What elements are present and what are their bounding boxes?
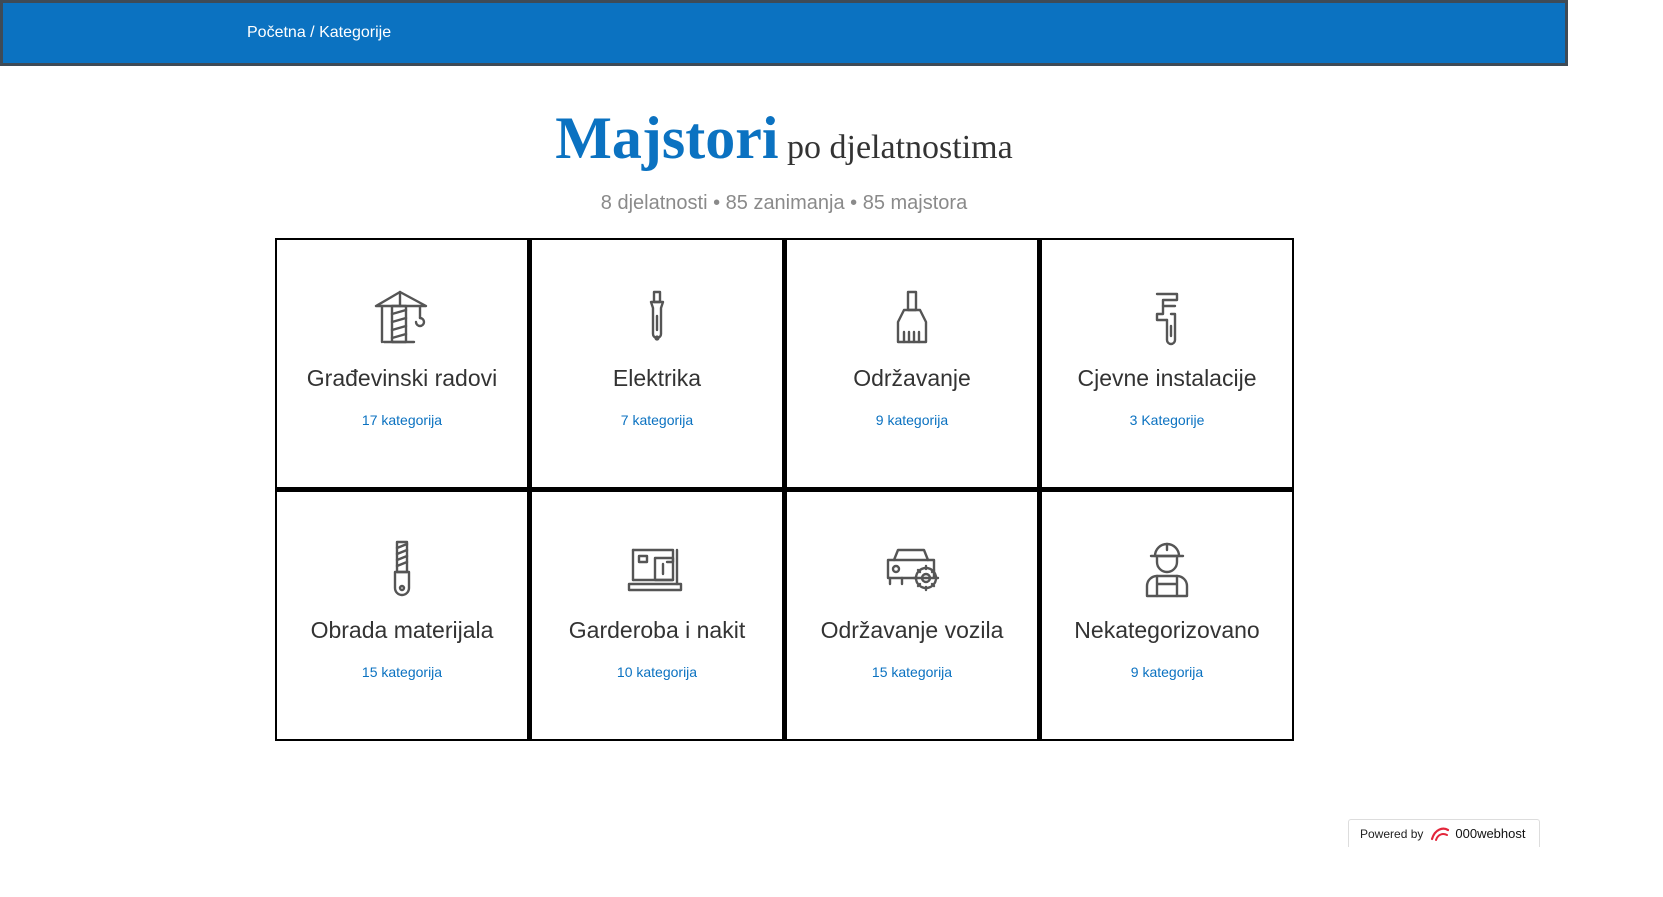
category-title: Cjevne instalacije xyxy=(1077,365,1257,391)
category-count-link[interactable]: 9 kategorija xyxy=(1042,663,1292,681)
breadcrumb-separator: / xyxy=(310,24,315,41)
category-title: Nekategorizovano xyxy=(1074,617,1260,643)
category-card-vozila[interactable]: Održavanje vozila 15 kategorija xyxy=(787,492,1037,739)
category-card-obrada[interactable]: Obrada materijala 15 kategorija xyxy=(277,492,527,739)
webhost-logo-icon xyxy=(1431,827,1450,841)
category-card-elektrika[interactable]: Elektrika 7 kategorija xyxy=(532,240,782,487)
category-count-link[interactable]: 15 kategorija xyxy=(787,663,1037,681)
category-count-link[interactable]: 7 kategorija xyxy=(532,411,782,429)
category-card-garderoba[interactable]: Garderoba i nakit 10 kategorija xyxy=(532,492,782,739)
category-count-link[interactable]: 17 kategorija xyxy=(277,411,527,429)
category-title: Održavanje vozila xyxy=(820,617,1004,643)
powered-by-label: Powered by xyxy=(1360,826,1424,841)
crane-icon xyxy=(370,286,434,350)
breadcrumb-home-link[interactable]: Početna xyxy=(247,24,306,41)
category-count-link[interactable]: 3 Kategorije xyxy=(1042,411,1292,429)
category-title: Garderoba i nakit xyxy=(568,617,746,643)
file-tool-icon xyxy=(370,538,434,602)
category-card-nekategorizovano[interactable]: Nekategorizovano 9 kategorija xyxy=(1042,492,1292,739)
powered-by-brand: 000webhost xyxy=(1455,826,1526,841)
page-title-rest: po djelatnostima xyxy=(787,129,1013,166)
category-card-cjevne[interactable]: Cjevne instalacije 3 Kategorije xyxy=(1042,240,1292,487)
page-title: Majstori po djelatnostima xyxy=(0,104,1568,173)
brush-icon xyxy=(880,286,944,350)
category-card-gradjevinski[interactable]: Građevinski radovi 17 kategorija xyxy=(277,240,527,487)
category-title: Održavanje xyxy=(853,365,971,391)
top-navbar: Početna / Kategorije xyxy=(0,0,1568,66)
category-title: Obrada materijala xyxy=(310,617,494,643)
powered-by-badge[interactable]: Powered by 000webhost xyxy=(1348,819,1540,847)
sewing-machine-icon xyxy=(625,538,689,602)
category-card-odrzavanje[interactable]: Održavanje 9 kategorija xyxy=(787,240,1037,487)
category-title: Elektrika xyxy=(612,365,702,391)
car-gear-icon xyxy=(880,538,944,602)
category-count-link[interactable]: 15 kategorija xyxy=(277,663,527,681)
category-title: Građevinski radovi xyxy=(306,365,498,391)
category-grid: Građevinski radovi 17 kategorija Elektri… xyxy=(275,238,1294,741)
category-count-link[interactable]: 9 kategorija xyxy=(787,411,1037,429)
breadcrumb-current: Kategorije xyxy=(319,24,392,41)
pipe-wrench-icon xyxy=(1135,286,1199,350)
page-title-main: Majstori xyxy=(555,105,779,171)
worker-icon xyxy=(1135,538,1199,602)
screwdriver-icon xyxy=(625,286,689,350)
category-count-link[interactable]: 10 kategorija xyxy=(532,663,782,681)
page-subtitle: 8 djelatnosti • 85 zanimanja • 85 majsto… xyxy=(600,192,968,214)
breadcrumb: Početna / Kategorije xyxy=(247,23,391,43)
